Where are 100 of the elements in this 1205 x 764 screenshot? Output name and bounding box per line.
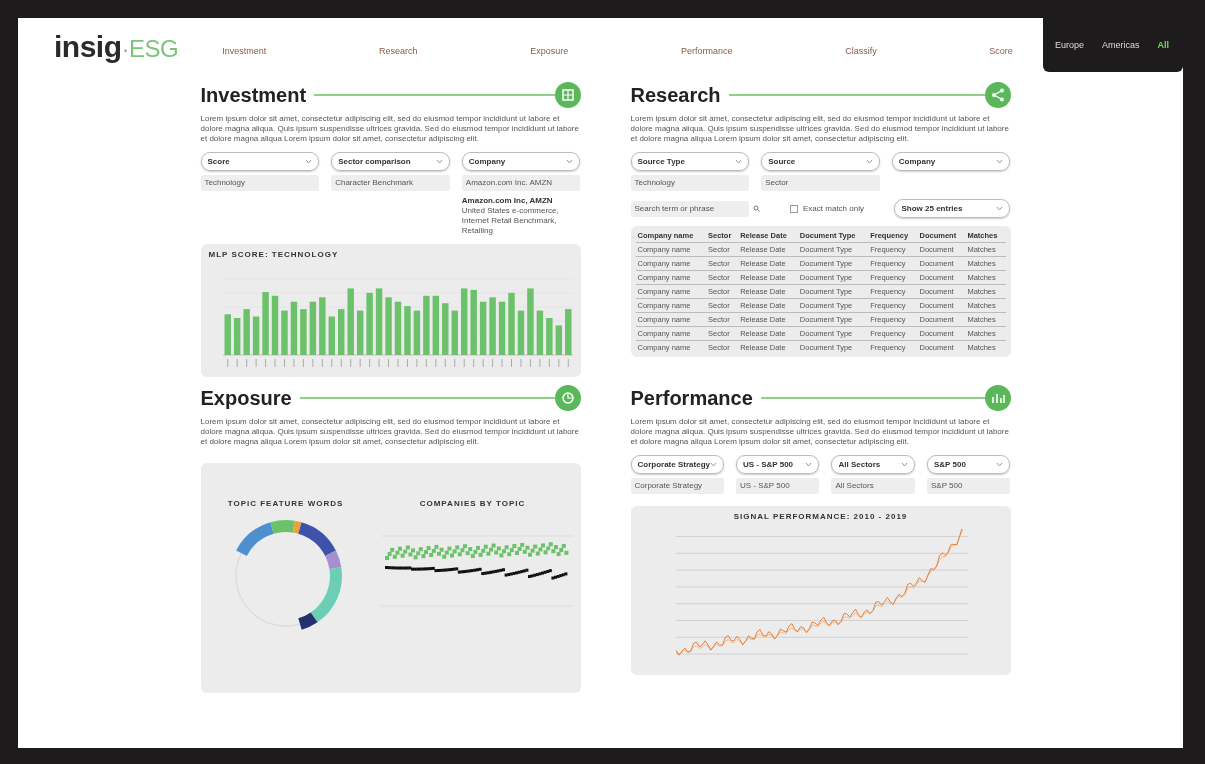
bar (498, 301, 505, 355)
checkbox-label: Exact match only (803, 204, 864, 213)
selected-value: S&P 500 (927, 478, 1011, 494)
bar (290, 301, 297, 355)
bar (564, 309, 571, 355)
dropdown[interactable]: Source (761, 152, 880, 171)
bar (242, 309, 250, 355)
dropdown[interactable]: All Sectors (831, 455, 915, 474)
bar (507, 292, 515, 355)
bar (261, 292, 269, 355)
selected-value: Technology (630, 175, 750, 191)
bar (328, 316, 335, 355)
bar (318, 297, 326, 355)
bar (252, 316, 259, 355)
chart-title: TOPIC FEATURE WORDS (227, 499, 344, 508)
caret-icon (305, 159, 313, 164)
dropdown[interactable]: S&P 500 (927, 455, 1011, 474)
dropdown[interactable]: Sector comparison (331, 152, 450, 171)
bar (356, 310, 363, 355)
selected-value: Technology (200, 175, 320, 191)
region-tab[interactable]: All (1157, 40, 1169, 50)
caret-icon (805, 462, 813, 467)
section-title: Research (630, 83, 721, 107)
bar (384, 297, 392, 355)
nav-link[interactable]: Score (989, 46, 1013, 56)
section-description: Lorem ipsum dolor sit amet, consectetur adipiscing elit, sed do eiusmod tempor incididunt ut labore et dolore magna aliqua. Quis ipsum suspendisse ultrices gravida. Sed do eiusmod tempor incididunt ut labore et dolore magna aliqua Lorem ipsum dolor sit amet, consectetur adipiscing elit. (200, 114, 580, 144)
dropdown[interactable]: Company (461, 152, 581, 171)
share-icon[interactable] (984, 82, 1011, 108)
section-title: Exposure (200, 386, 292, 410)
nav-link[interactable]: Exposure (530, 46, 569, 56)
section-description: Lorem ipsum dolor sit amet, consectetur adipiscing elit, sed do eiusmod tempor incididunt ut labore et dolore magna aliqua. Quis ipsum suspendisse ultrices gravida. Sed do eiusmod tempor incididunt ut labore et dolore magna aliqua Lorem ipsum dolor sit amet, consectetur adipiscing elit. (630, 114, 1010, 144)
nav-link[interactable]: Classify (845, 46, 877, 56)
bar (337, 309, 344, 355)
grid-icon[interactable] (554, 82, 581, 108)
selected-value: Sector (761, 175, 880, 191)
bar (469, 289, 477, 355)
bar (479, 301, 486, 355)
logo[interactable]: insig·ESG (54, 30, 179, 64)
region-tab[interactable]: Americas (1101, 40, 1140, 50)
selected-value: Character Benchmark (331, 175, 450, 191)
selected-value: All Sectors (831, 478, 915, 494)
selected-value: US - S&P 500 (735, 478, 820, 494)
bar (536, 310, 543, 355)
dropdown[interactable]: Company (891, 152, 1011, 171)
search-icon (752, 205, 760, 212)
bar (413, 310, 420, 355)
nav-link[interactable]: Performance (680, 46, 733, 56)
bar (526, 288, 534, 355)
section-description: Lorem ipsum dolor sit amet, consectetur adipiscing elit, sed do eiusmod tempor incididunt ut labore et dolore magna aliqua. Quis ipsum suspendisse ultrices gravida. Sed do eiusmod tempor incididunt ut labore et dolore magna aliqua Lorem ipsum dolor sit amet, consectetur adipiscing elit. (630, 417, 1010, 447)
nav-link[interactable]: Investment (222, 46, 267, 56)
company-name: Amazon.com Inc, AMZN (461, 196, 554, 205)
chart-icon[interactable] (984, 385, 1011, 411)
checkbox[interactable] (790, 204, 799, 213)
caret-icon (735, 159, 743, 164)
caret-icon (996, 462, 1004, 467)
dropdown[interactable]: Score (200, 152, 320, 171)
bar (224, 314, 231, 355)
dropdown[interactable]: Corporate Strategy (630, 455, 724, 474)
pie-icon[interactable] (554, 385, 581, 411)
dropdown[interactable]: Show 25 entries (894, 199, 1011, 218)
section-description: Lorem ipsum dolor sit amet, consectetur adipiscing elit, sed do eiusmod tempor incididunt ut labore et dolore magna aliqua. Quis ipsum suspendisse ultrices gravida. Sed do eiusmod tempor incididunt ut labore et dolore magna aliqua Lorem ipsum dolor sit amet, consectetur adipiscing elit. (200, 417, 580, 447)
caret-icon (709, 462, 717, 467)
bar (233, 318, 240, 355)
selected-value: Corporate Strategy (630, 478, 724, 494)
bar (375, 288, 382, 355)
chart-title: MLP SCORE: TECHNOLOGY (208, 250, 340, 259)
caret-icon (996, 159, 1004, 164)
selected-value: Amazon.com Inc. AMZN (461, 175, 581, 191)
bar (280, 310, 288, 355)
nav-link[interactable]: Research (378, 46, 418, 56)
dropdown[interactable]: US - S&P 500 (735, 455, 820, 474)
bar (309, 301, 316, 355)
bar (422, 295, 430, 355)
bar (460, 288, 467, 355)
company-details: United States e-commerce, Internet Retail Benchmark, Retailing (461, 206, 560, 236)
bar (346, 288, 354, 355)
caret-icon (566, 159, 574, 164)
caret-icon (996, 206, 1004, 211)
bar (394, 301, 401, 355)
dropdown[interactable]: Source Type (630, 152, 750, 171)
region-tab[interactable]: Europe (1054, 40, 1084, 50)
bar (451, 310, 458, 355)
bar (271, 295, 278, 355)
caret-icon (865, 159, 873, 164)
section-title: Performance (630, 386, 753, 410)
caret-icon (435, 159, 443, 164)
bar (545, 318, 553, 355)
chart-title: SIGNAL PERFORMANCE: 2010 - 2019 (732, 512, 909, 521)
bar (299, 309, 307, 355)
bar (403, 306, 411, 355)
search-field[interactable]: Search term or phrase (630, 200, 749, 217)
bar (555, 325, 562, 355)
section-title: Investment (200, 83, 307, 107)
bar (517, 310, 524, 355)
chart-title: COMPANIES BY TOPIC (419, 499, 526, 508)
bar (365, 292, 373, 355)
bar (432, 295, 439, 355)
caret-icon (901, 462, 908, 467)
bar (488, 297, 496, 355)
bar (441, 303, 449, 355)
